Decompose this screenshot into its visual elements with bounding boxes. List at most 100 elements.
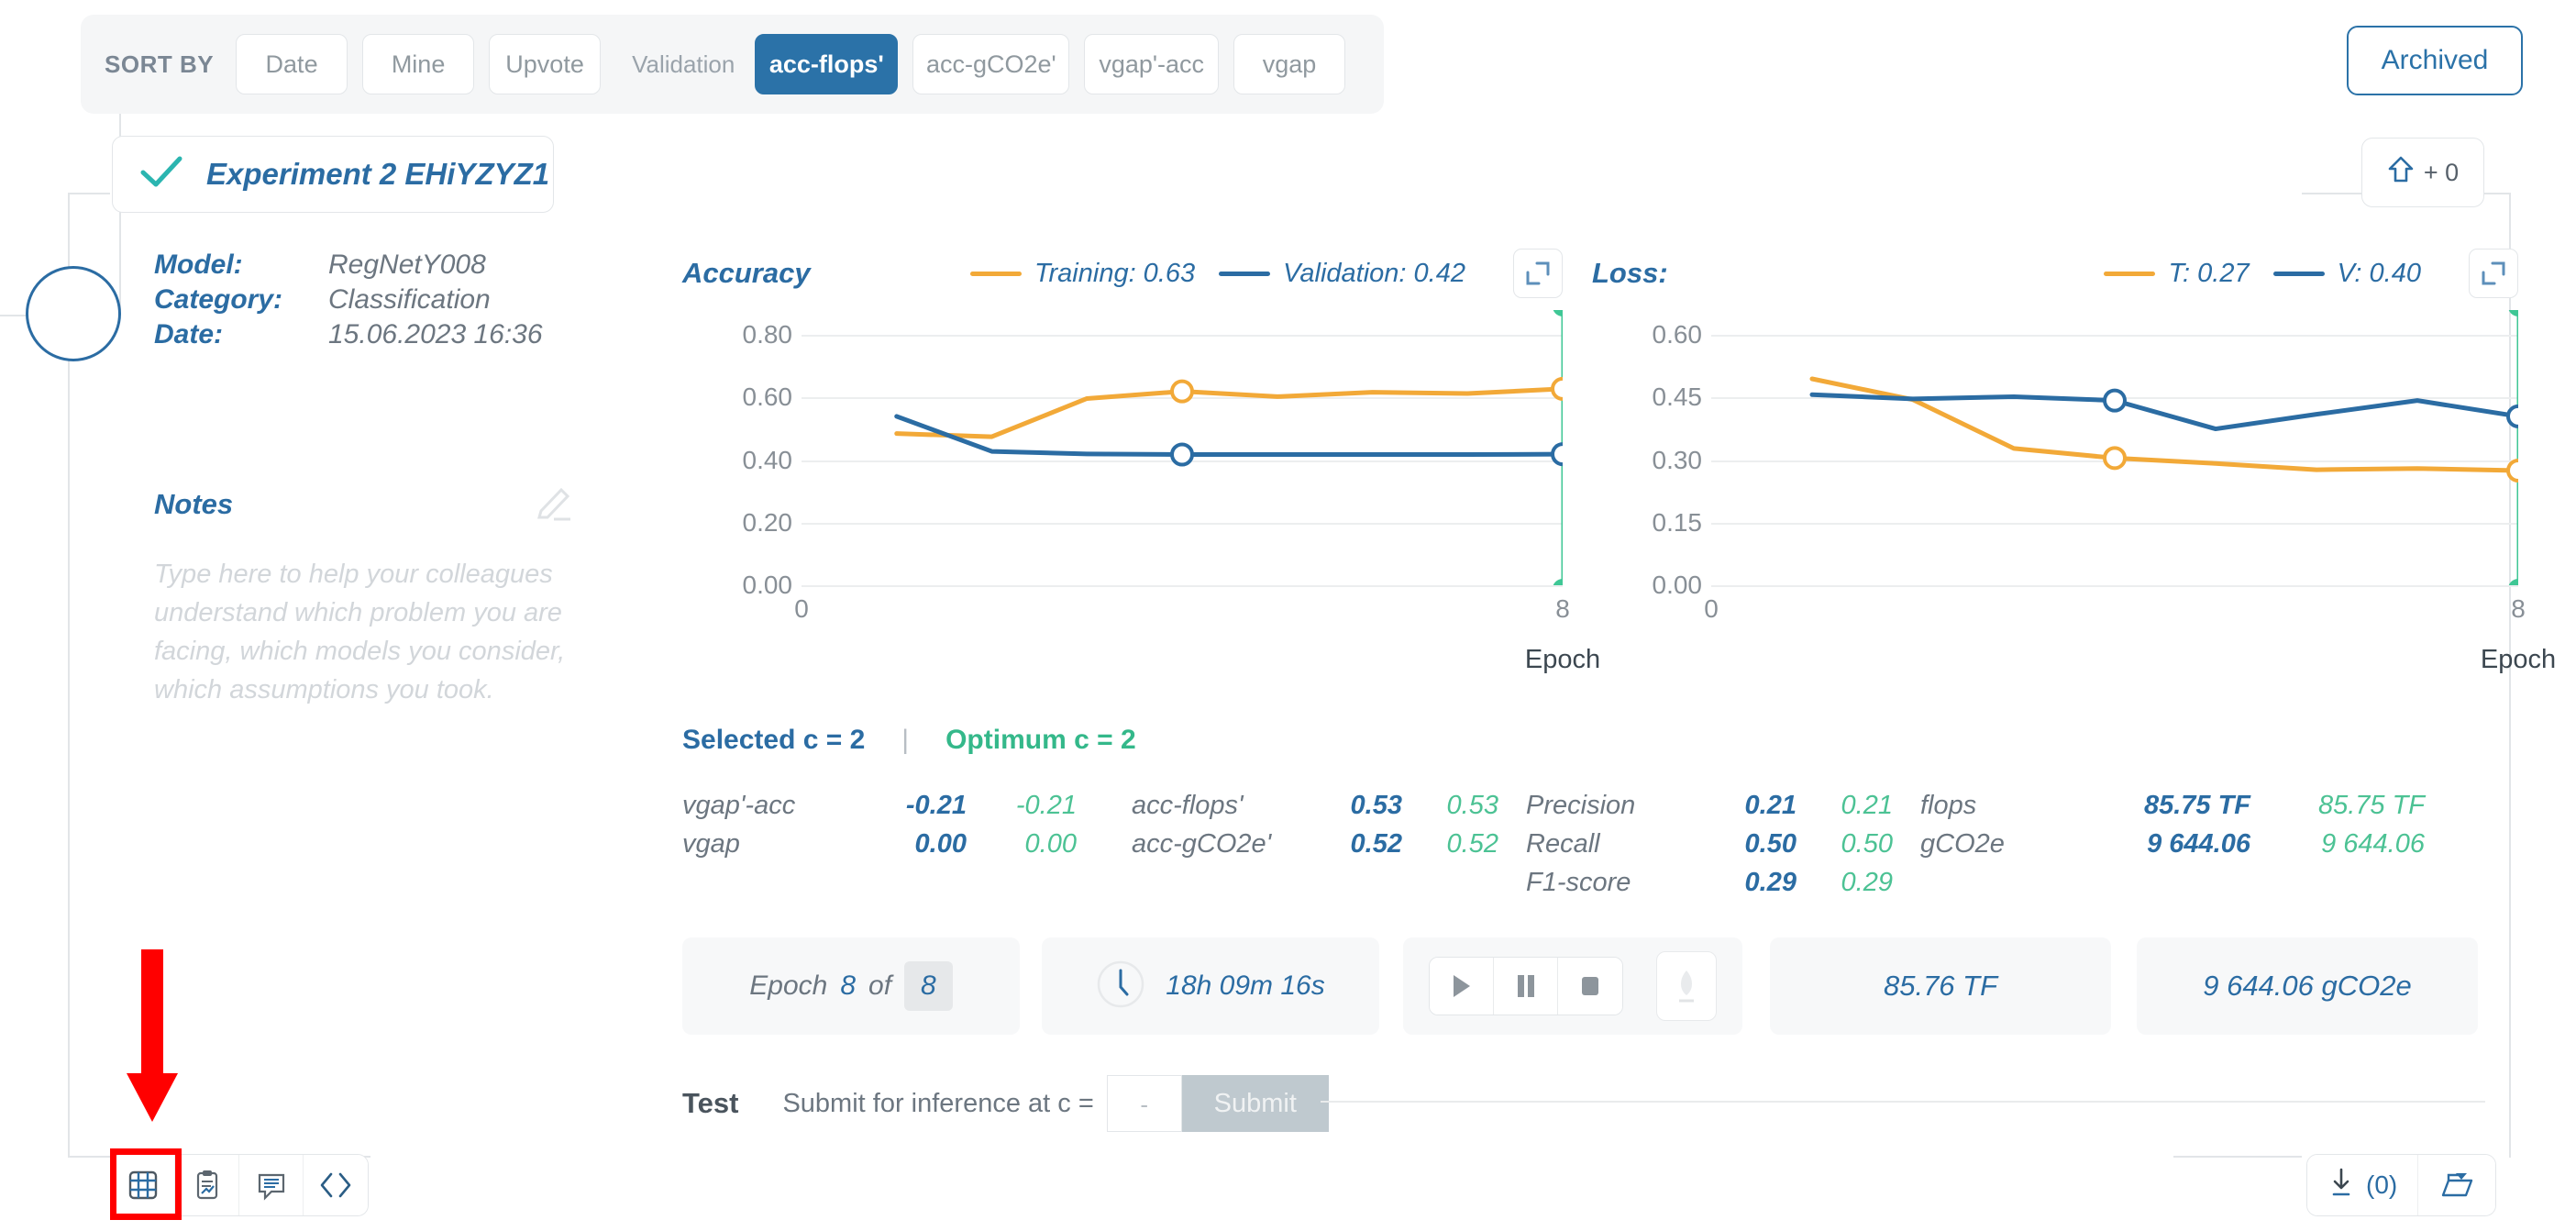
metric-group-classification: Precision 0.21 0.21 Recall 0.50 0.50 F1-… <box>1526 791 1920 906</box>
sort-chip-upvote[interactable]: Upvote <box>489 34 602 94</box>
optimum-marker-dot <box>1553 579 1563 585</box>
download-button[interactable]: (0) <box>2307 1155 2419 1215</box>
sort-chip-acc-gco2e[interactable]: acc-gCO2e' <box>912 34 1070 94</box>
info-value-model: RegNetY008 <box>328 250 486 280</box>
loss-chart-header: Loss: T: 0.27 V: 0.40 <box>1592 249 2518 298</box>
legend-item-train-loss: T: 0.27 <box>2104 259 2250 289</box>
upvote-button[interactable]: + 0 <box>2361 138 2484 207</box>
metric-group-tradeoff-vgap: vgap'-acc -0.21 -0.21 vgap 0.00 0.00 <box>682 791 1132 906</box>
metric-value-optimum: 0.50 <box>1841 829 1893 859</box>
flops-stat-value: 85.76 TF <box>1883 970 1998 1002</box>
comment-icon[interactable] <box>239 1155 304 1215</box>
optimum-marker-dot <box>2508 579 2518 585</box>
notes-title: Notes <box>154 487 234 520</box>
y-tick-label: 0.45 <box>1652 383 1703 412</box>
sort-chip-vgap[interactable]: vgap <box>1233 34 1345 94</box>
optimum-c-label: Optimum c = 2 <box>945 725 1136 755</box>
tree-node-circle[interactable] <box>26 266 121 361</box>
transport-button-group <box>1429 957 1623 1015</box>
metric-row: acc-flops' 0.53 0.53 <box>1132 791 1526 829</box>
play-icon[interactable] <box>1430 958 1494 1015</box>
series-point <box>2103 388 2127 413</box>
metric-row: F1-score 0.29 0.29 <box>1526 868 1920 906</box>
x-tick-label: 8 <box>1555 594 1570 623</box>
legend-label-val-loss: V: 0.40 <box>2337 258 2421 288</box>
x-tick-label: 8 <box>2511 594 2526 623</box>
accuracy-y-axis: 0.00 0.20 0.40 0.60 0.80 <box>682 310 793 599</box>
metric-value-selected: 9 644.06 <box>2147 829 2250 859</box>
metric-value-optimum: 0.00 <box>1024 829 1077 859</box>
clipboard-chart-icon[interactable] <box>175 1155 239 1215</box>
legend-swatch-training <box>969 271 1022 276</box>
metric-value-selected: 0.50 <box>1744 829 1797 859</box>
sort-bar: SORT BY Date Mine Upvote Validation acc-… <box>81 15 1384 114</box>
experiment-header[interactable]: Experiment 2 EHiYZYZ1 <box>112 136 554 213</box>
legend-label-validation: Validation: 0.42 <box>1283 258 1465 288</box>
sort-chip-mine[interactable]: Mine <box>362 34 475 94</box>
accuracy-plot: 0.00 0.20 0.40 0.60 0.80 0 8 Epoch <box>682 310 1600 674</box>
metric-row: acc-gCO2e' 0.52 0.52 <box>1132 829 1526 868</box>
epoch-total[interactable]: 8 <box>904 961 953 1011</box>
sort-chip-vgap-acc[interactable]: vgap'-acc <box>1084 34 1219 94</box>
metric-value-selected: -0.21 <box>905 791 967 820</box>
metric-name: acc-gCO2e' <box>1132 829 1272 859</box>
series-point <box>1551 442 1563 467</box>
notes-textarea[interactable]: Type here to help your colleagues unders… <box>154 555 585 709</box>
info-key-date: Date: <box>154 319 224 349</box>
folder-open-icon[interactable] <box>2418 1155 2496 1215</box>
code-brackets-icon[interactable] <box>304 1155 368 1215</box>
legend-item-training: Training: 0.63 <box>969 259 1195 289</box>
series-point <box>2506 459 2518 482</box>
pause-icon[interactable] <box>1494 958 1558 1015</box>
series-point <box>1551 376 1563 401</box>
c-value-input[interactable]: - <box>1106 1075 1182 1132</box>
metric-row: vgap 0.00 0.00 <box>682 829 1132 868</box>
transport-controls <box>1403 937 1742 1035</box>
metric-value-selected: 0.53 <box>1350 791 1402 820</box>
metric-row: vgap'-acc -0.21 -0.21 <box>682 791 1132 829</box>
series-line <box>1809 376 2518 473</box>
test-label: Test <box>682 1087 739 1119</box>
stop-icon[interactable] <box>1558 958 1622 1015</box>
metric-name: Recall <box>1526 829 1600 859</box>
notes-header: Notes <box>154 481 576 527</box>
submit-button[interactable]: Submit <box>1181 1075 1329 1132</box>
info-value-category: Classification <box>328 284 491 315</box>
metric-row: flops 85.75 TF 85.75 TF <box>1920 791 2434 829</box>
legend-item-validation: Validation: 0.42 <box>1219 259 1465 289</box>
chart-lines <box>1809 310 2518 585</box>
sort-chip-acc-flops[interactable]: acc-flops' <box>755 34 899 94</box>
accuracy-chart-title: Accuracy <box>682 257 811 289</box>
epoch-of: of <box>868 970 892 1001</box>
archived-button[interactable]: Archived <box>2347 26 2523 95</box>
info-value-date: 15.06.2023 16:36 <box>328 319 543 349</box>
info-row: Category: Classification <box>154 284 576 316</box>
metric-name: acc-flops' <box>1132 791 1244 820</box>
loss-plot-area: 0 8 Epoch <box>1704 310 2556 674</box>
info-row: Model: RegNetY008 <box>154 250 576 281</box>
loss-chart-title: Loss: <box>1592 257 1668 289</box>
accuracy-chart-panel: Accuracy Training: 0.63 Validation: 0.42… <box>682 249 1600 674</box>
metric-value-optimum: 0.53 <box>1446 791 1498 820</box>
gridline <box>802 585 1563 587</box>
x-tick-label: 0 <box>1704 594 1719 623</box>
sort-chip-date[interactable]: Date <box>236 34 348 94</box>
metric-group-cost: flops 85.75 TF 85.75 TF gCO2e 9 644.06 9… <box>1920 791 2434 906</box>
flops-stat: 85.76 TF <box>1770 937 2111 1035</box>
metric-value-selected: 0.00 <box>914 829 967 859</box>
expand-icon[interactable] <box>2469 249 2518 298</box>
pencil-icon[interactable] <box>534 481 576 527</box>
y-tick-label: 0.00 <box>742 571 793 599</box>
co2-stat: 9 644.06 gCO2e <box>2137 937 2478 1035</box>
epoch-indicator: Epoch 8 of 8 <box>682 937 1020 1035</box>
metric-name: Precision <box>1526 791 1636 820</box>
x-tick-label: 0 <box>794 594 809 623</box>
legend-swatch-validation <box>1219 271 1271 276</box>
metric-name: gCO2e <box>1920 829 2005 859</box>
leaf-icon[interactable] <box>1656 951 1717 1021</box>
annotation-arrow <box>127 949 178 1122</box>
y-tick-label: 0.60 <box>1652 320 1703 349</box>
series-point <box>1170 442 1194 467</box>
expand-icon[interactable] <box>1513 249 1563 298</box>
download-count: (0) <box>2366 1170 2398 1199</box>
